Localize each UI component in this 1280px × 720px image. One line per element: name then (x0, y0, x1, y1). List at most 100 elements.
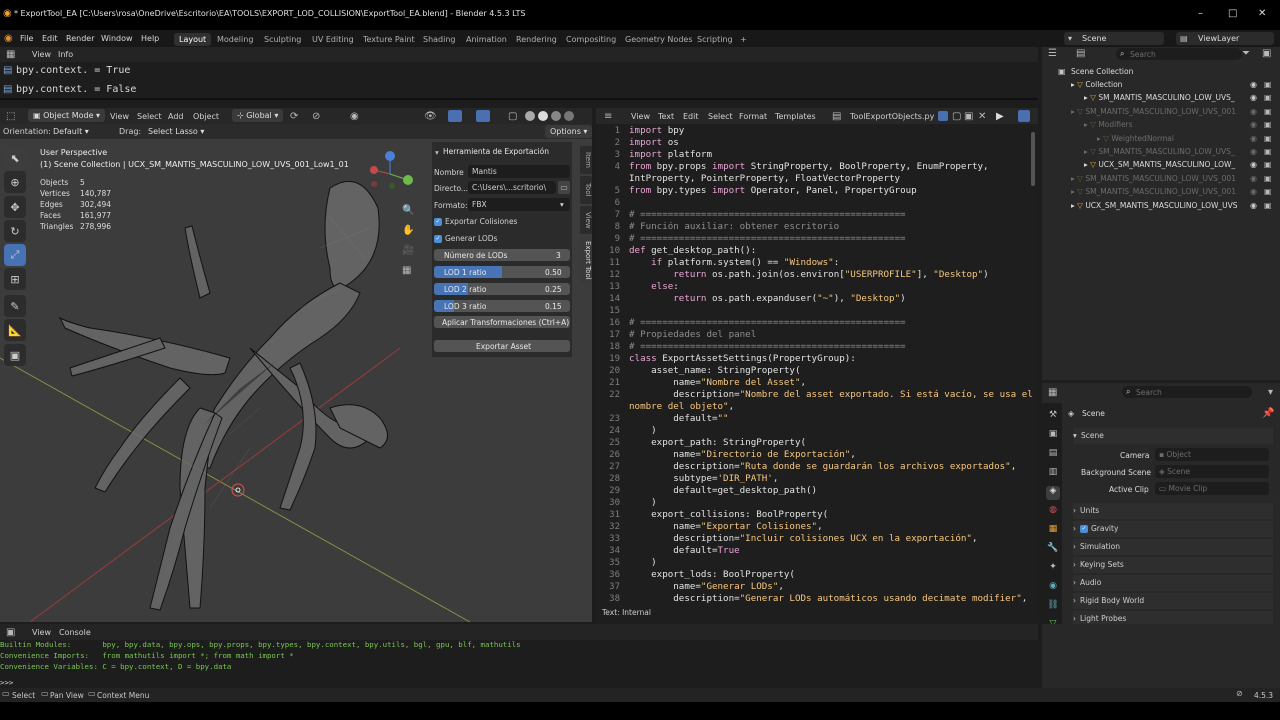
properties-search[interactable]: ⌕ Search (1122, 386, 1252, 398)
annotate-tool-icon[interactable]: ✎ (4, 295, 26, 317)
properties-panel-header[interactable]: › Simulation (1073, 539, 1273, 555)
outliner-editor-icon[interactable]: ☰ (1048, 48, 1057, 59)
outliner-item[interactable]: ▸ ▽ WeightedNormal (1097, 134, 1174, 147)
export-asset-button[interactable]: Exportar Asset (434, 340, 570, 352)
workspace-tab-scripting[interactable]: Scripting (692, 33, 738, 46)
zoom-icon[interactable]: 🔍 (402, 205, 414, 216)
visibility-eye-icon[interactable]: ◉ (1250, 147, 1257, 156)
workspace-tab-animation[interactable]: Animation (461, 33, 512, 46)
workspace-tab-texture-paint[interactable]: Texture Paint (358, 33, 420, 46)
properties-panel-header[interactable]: › Units (1073, 503, 1273, 519)
code-line[interactable]: export_path: StringProperty( (629, 437, 806, 448)
viewport-menu-view[interactable]: View (110, 112, 129, 121)
code-line[interactable]: ) (629, 425, 657, 436)
line-numbers-toggle[interactable] (1018, 110, 1030, 122)
camera-view-icon[interactable]: 🎥 (402, 245, 414, 256)
code-line[interactable]: name="Directorio de Exportación", (629, 449, 856, 460)
text-datablock-icon[interactable]: ▤ (832, 111, 841, 122)
code-line[interactable]: export_lods: BoolProperty( (629, 569, 795, 580)
open-text-icon[interactable]: ▣ (964, 111, 973, 122)
physics-icon[interactable]: ◉ (1046, 581, 1060, 595)
visibility-eye-icon[interactable]: ◉ (1250, 93, 1257, 102)
code-line[interactable]: return os.path.expanduser("~"), "Desktop… (629, 293, 905, 304)
code-line[interactable]: from bpy.props import StringProperty, Bo… (629, 161, 989, 172)
panel-collapse-icon[interactable]: ▾ (435, 148, 439, 157)
render-camera-icon[interactable]: ▣ (1264, 147, 1272, 156)
visibility-eye-icon[interactable]: ◉ (1250, 80, 1257, 89)
text-menu-format[interactable]: Format (739, 112, 767, 121)
visibility-eye-icon[interactable]: ◉ (1250, 120, 1257, 129)
menu-file[interactable]: File (20, 34, 33, 43)
outliner-item[interactable]: ▸ ▽ SM_MANTIS_MASCULINO_LOW_UVS_ (1084, 147, 1235, 160)
object-icon[interactable]: ▦ (1046, 524, 1060, 538)
visibility-icon[interactable]: 👁 (424, 111, 437, 122)
code-line[interactable]: ) (629, 497, 657, 508)
fake-user-icon[interactable] (938, 111, 948, 121)
code-line[interactable]: if platform.system() == "Windows": (629, 257, 839, 268)
pin-icon[interactable]: 📌 (1262, 408, 1274, 419)
render-camera-icon[interactable]: ▣ (1264, 80, 1272, 89)
info-line-1[interactable]: bpy.context. = True (16, 65, 130, 76)
properties-panel-header[interactable]: › Audio (1073, 575, 1273, 591)
maximize-button[interactable]: □ (1228, 8, 1237, 19)
code-line[interactable]: subtype='DIR_PATH', (629, 473, 778, 484)
gizmo-toggle[interactable] (448, 110, 462, 122)
viewport-menu-select[interactable]: Select (137, 112, 162, 121)
minimize-button[interactable]: – (1198, 8, 1203, 19)
render-camera-icon[interactable]: ▣ (1264, 120, 1272, 129)
code-line[interactable]: return os.path.join(os.environ["USERPROF… (629, 269, 988, 280)
lod-count-field[interactable]: Número de LODs 3 (434, 249, 570, 261)
outliner-search[interactable]: ⌕ Search (1116, 48, 1242, 60)
scene-collection-label[interactable]: Scene Collection (1071, 67, 1133, 80)
code-line[interactable]: default="" (629, 413, 728, 424)
solid-shading-icon[interactable] (538, 111, 548, 121)
add-workspace-button[interactable]: + (735, 33, 752, 46)
directory-input[interactable]: C:\Users\...scritorio\ (468, 181, 556, 194)
editor-type-icon[interactable]: ▦ (6, 49, 15, 60)
workspace-tab-sculpting[interactable]: Sculpting (259, 33, 306, 46)
camera-field[interactable]: ▪ Object (1155, 448, 1269, 461)
gravity-checkbox[interactable]: ✓ (1080, 525, 1088, 533)
visibility-eye-icon[interactable]: ◉ (1250, 160, 1257, 169)
render-camera-icon[interactable]: ▣ (1264, 201, 1272, 210)
mode-dropdown[interactable]: ▣ Object Mode ▾ (28, 109, 106, 122)
visibility-eye-icon[interactable]: ◉ (1250, 107, 1257, 116)
menu-render[interactable]: Render (66, 34, 94, 43)
code-line[interactable]: export_collisions: BoolProperty( (629, 509, 828, 520)
console-menu-view[interactable]: View (32, 628, 51, 637)
code-line[interactable]: description="Incluir colisiones UCX en l… (629, 533, 977, 544)
code-line[interactable]: # Propiedades del panel (629, 329, 756, 340)
run-script-icon[interactable]: ▶ (996, 111, 1004, 122)
tab-view[interactable]: View (580, 206, 592, 234)
lod3-ratio-slider[interactable]: LOD 3 ratio 0.15 (434, 300, 570, 312)
outliner-item[interactable]: ▸ ▽ UCX_SM_MANTIS_MASCULINO_LOW_UVS (1071, 201, 1238, 214)
material-shading-icon[interactable] (551, 111, 561, 121)
text-menu-edit[interactable]: Edit (683, 112, 699, 121)
options-dropdown[interactable]: Options ▾ (545, 125, 593, 138)
visibility-eye-icon[interactable]: ◉ (1250, 201, 1257, 210)
text-filename[interactable]: ToolExportObjects.py (850, 112, 934, 121)
tool-icon[interactable]: ⚒ (1046, 410, 1060, 424)
pan-hand-icon[interactable]: ✋ (402, 225, 414, 236)
code-line[interactable]: import platform (629, 149, 712, 160)
code-line[interactable]: description="Generar LODs automáticos us… (629, 593, 1027, 604)
text-menu-select[interactable]: Select (708, 112, 733, 121)
modifier-icon[interactable]: 🔧 (1046, 543, 1060, 557)
code-line[interactable]: class ExportAssetSettings(PropertyGroup)… (629, 353, 856, 364)
viewlayer-selector[interactable]: ▤ ViewLayer (1176, 32, 1274, 45)
code-line[interactable]: name="Exportar Colisiones", (629, 521, 822, 532)
code-line[interactable]: name="Nombre del Asset", (629, 377, 806, 388)
render-camera-icon[interactable]: ▣ (1264, 187, 1272, 196)
move-tool-icon[interactable]: ✥ (4, 196, 26, 218)
world-icon[interactable]: ◍ (1046, 505, 1060, 519)
code-line[interactable]: ) (629, 557, 657, 568)
generate-lods-checkbox[interactable]: ✓ Generar LODs (434, 234, 497, 243)
text-menu-view[interactable]: View (631, 112, 650, 121)
tab-export-tool[interactable]: Export Tool (580, 236, 592, 284)
visibility-eye-icon[interactable]: ◉ (1250, 174, 1257, 183)
code-line[interactable]: IntProperty, PointerProperty, FloatVecto… (629, 173, 900, 184)
text-menu-text[interactable]: Text (658, 112, 674, 121)
apply-transforms-button[interactable]: Aplicar Transformaciones (Ctrl+A) (434, 316, 570, 328)
render-camera-icon[interactable]: ▣ (1264, 93, 1272, 102)
particles-icon[interactable]: ✦ (1046, 562, 1060, 576)
